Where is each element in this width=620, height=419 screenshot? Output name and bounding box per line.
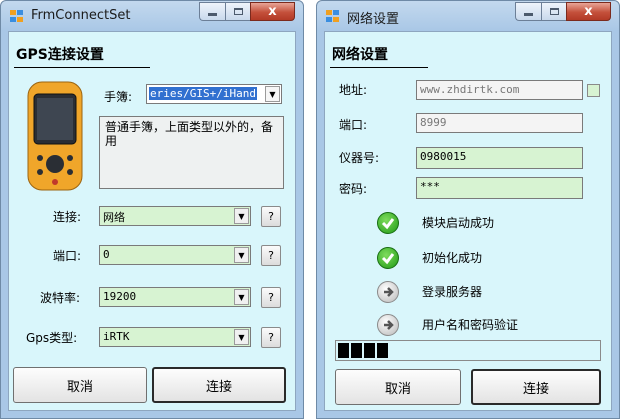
status-item-login-server: 登录服务器 [422,285,483,299]
arrow-right-icon [377,281,399,303]
app-icon [326,10,339,22]
handbook-label: 手簿: [104,90,133,104]
close-button[interactable]: x [566,2,611,21]
progress-block [351,343,362,358]
app-icon [10,10,23,22]
instrument-number-input[interactable]: 0980015 [416,147,583,169]
port-value: 0 [103,248,110,261]
handbook-description: 普通手簿，上面类型以外的，备用 [99,116,284,189]
title-bar[interactable]: FrmConnectSet x [1,1,303,31]
progress-block [338,343,349,358]
port-help-button[interactable]: ? [261,245,281,266]
port-input[interactable]: 8999 [416,113,583,133]
handbook-selected-value: eries/GIS+/iHand [149,87,257,100]
baud-rate-help-button[interactable]: ? [261,287,281,308]
instrument-number-label: 仪器号: [339,151,380,165]
connect-settings-panel: GPS连接设置 手簿: eries/GIS+/iHand ▼ 普通手簿，上面类型… [8,31,296,411]
minimize-button[interactable] [199,2,225,21]
check-icon [377,247,399,269]
status-item-credential-check: 用户名和密码验证 [422,318,519,332]
minimize-button[interactable] [515,2,541,21]
network-settings-panel: 网络设置 地址: www.zhdirtk.com 端口: 8999 仪器号: 0… [324,31,612,411]
password-label: 密码: [339,182,368,196]
cancel-button[interactable]: 取消 [335,369,461,405]
progress-block [364,343,375,358]
section-divider [330,67,428,68]
caption-buttons: x [515,2,611,21]
connection-label: 连接: [53,210,82,224]
status-item-initialized: 初始化成功 [422,251,483,265]
gps-type-select[interactable]: iRTK ▼ [99,327,251,347]
connection-progress-bar [335,340,601,361]
progress-block [377,343,388,358]
baud-rate-select[interactable]: 19200 ▼ [99,287,251,307]
close-icon: x [268,4,277,19]
connect-settings-window: FrmConnectSet x GPS连接设置 手簿: eries/GIS+/i… [0,0,304,419]
chevron-down-icon[interactable]: ▼ [265,86,280,102]
gps-type-value: iRTK [103,330,130,343]
maximize-icon [233,8,243,15]
close-button[interactable]: x [250,2,295,21]
arrow-right-icon [377,314,399,336]
connection-help-button[interactable]: ? [261,206,281,227]
maximize-button[interactable] [541,2,566,21]
close-icon: x [584,4,593,19]
port-select[interactable]: 0 ▼ [99,245,251,265]
handbook-select[interactable]: eries/GIS+/iHand ▼ [146,84,282,104]
connection-value: 网络 [103,211,125,224]
gps-type-help-button[interactable]: ? [261,327,281,348]
status-item-module-started: 模块启动成功 [422,216,495,230]
chevron-down-icon[interactable]: ▼ [234,289,249,305]
section-title: GPS连接设置 [16,47,104,63]
title-bar[interactable]: 网络设置 x [317,1,619,31]
maximize-button[interactable] [225,2,250,21]
address-input[interactable]: www.zhdirtk.com [416,80,583,100]
minimize-icon [524,13,533,16]
minimize-icon [208,13,217,16]
gps-device-icon [27,81,83,191]
window-title: FrmConnectSet [31,8,131,23]
chevron-down-icon[interactable]: ▼ [234,247,249,263]
window-title: 网络设置 [347,12,400,27]
baud-rate-value: 19200 [103,290,137,303]
address-checkbox[interactable] [587,84,600,97]
section-divider [14,67,150,68]
chevron-down-icon[interactable]: ▼ [234,208,249,224]
port-label: 端口: [339,118,368,132]
address-label: 地址: [339,83,368,97]
connect-button[interactable]: 连接 [471,369,601,405]
gps-type-label: Gps类型: [26,331,78,345]
cancel-button[interactable]: 取消 [13,367,147,403]
maximize-icon [549,8,559,15]
chevron-down-icon[interactable]: ▼ [234,329,249,345]
check-icon [377,212,399,234]
password-input[interactable]: *** [416,177,583,199]
connect-button[interactable]: 连接 [152,367,286,403]
network-settings-window: 网络设置 x 网络设置 地址: www.zhdirtk.com 端口: 8999… [316,0,620,419]
section-title: 网络设置 [332,47,388,63]
caption-buttons: x [199,2,295,21]
baud-rate-label: 波特率: [40,291,81,305]
connection-select[interactable]: 网络 ▼ [99,206,251,226]
port-label: 端口: [53,249,82,263]
